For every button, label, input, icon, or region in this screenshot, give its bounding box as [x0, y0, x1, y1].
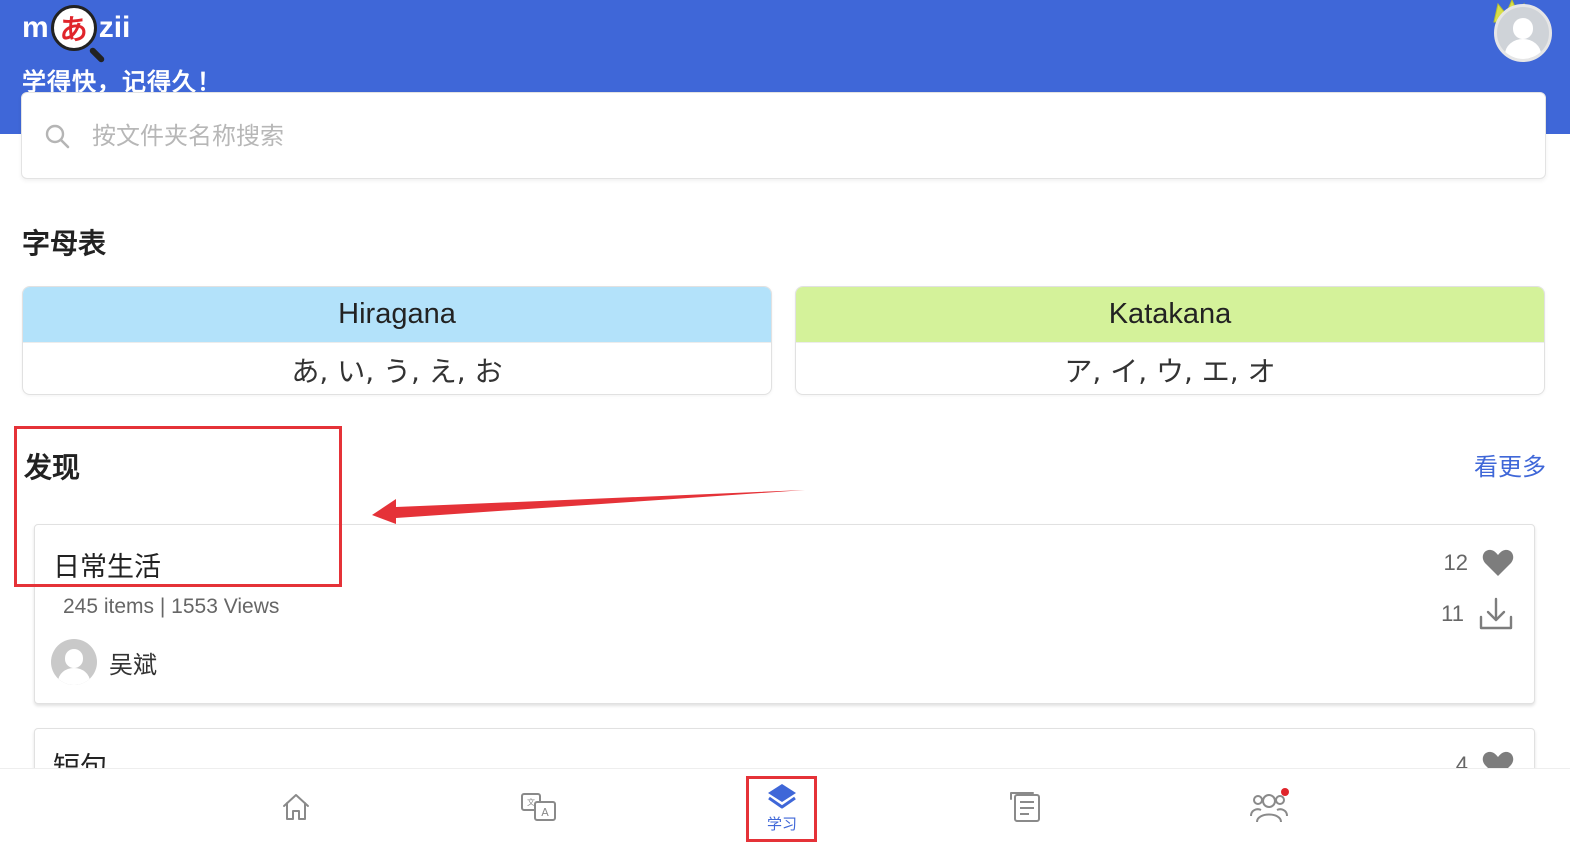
hiragana-card-chars: あ, い, う, え, お [23, 342, 771, 394]
notebook-meta: 245 items | 1553 Views [63, 595, 280, 618]
notebook-author: 吴斌 [51, 639, 157, 685]
community-icon [1250, 788, 1289, 823]
nav-home[interactable] [256, 769, 336, 844]
svg-text:文: 文 [527, 797, 535, 807]
svg-text:A: A [541, 806, 549, 819]
download-icon [1479, 597, 1513, 630]
logo-text-right: zii [98, 11, 131, 44]
like-count: 12 [1443, 550, 1468, 575]
translate-icon: A 文 [521, 793, 556, 821]
see-more-link[interactable]: 看更多 [1474, 447, 1546, 482]
download-count: 11 [1441, 601, 1464, 626]
bottom-navigation: A 文 学习 [0, 768, 1570, 844]
download-stat[interactable]: 11 [1441, 597, 1514, 631]
search-icon [22, 93, 92, 178]
logo-text-left: m [22, 11, 49, 44]
discover-section-title: 发现 [24, 451, 81, 484]
author-avatar-head [64, 649, 84, 668]
notebook-card-daily-life[interactable]: 日常生活 245 items | 1553 Views 吴斌 12 11 [34, 524, 1535, 704]
app-logo: m あ zii [22, 0, 130, 56]
nav-study[interactable]: 学习 [742, 769, 822, 844]
home-icon [283, 794, 309, 820]
layers-icon [768, 783, 796, 808]
author-name: 吴斌 [109, 650, 157, 679]
hiragana-card-title: Hiragana [23, 287, 771, 342]
katakana-card[interactable]: Katakana ア, イ, ウ, エ, オ [795, 286, 1545, 395]
alphabet-section-title: 字母表 [22, 227, 107, 260]
nav-notebook[interactable] [986, 769, 1066, 844]
notebook-title: 日常生活 [53, 552, 161, 583]
logo-mark: あ [59, 13, 88, 46]
user-avatar-button[interactable] [1494, 4, 1552, 62]
hiragana-card[interactable]: Hiragana あ, い, う, え, お [22, 286, 772, 395]
search-input[interactable] [92, 93, 1545, 178]
heart-icon [1482, 549, 1514, 576]
author-avatar [51, 639, 97, 685]
folder-search-box[interactable] [21, 92, 1546, 179]
app-root: m あ zii 学得快，记得久！ 字母表 Hiragana あ, い, う, え… [0, 0, 1570, 844]
nav-translate[interactable]: A 文 [499, 769, 579, 844]
notebook-icon [1010, 792, 1040, 822]
like-stat[interactable]: 12 [1444, 549, 1514, 577]
katakana-card-chars: ア, イ, ウ, エ, オ [796, 342, 1544, 394]
author-avatar-body [57, 667, 91, 685]
nav-community[interactable] [1229, 769, 1309, 844]
avatar-head [1512, 18, 1534, 40]
nav-study-label: 学习 [766, 814, 797, 833]
logo-magnifier-icon: あ [50, 5, 97, 51]
katakana-card-title: Katakana [796, 287, 1544, 342]
avatar-body [1504, 39, 1542, 59]
